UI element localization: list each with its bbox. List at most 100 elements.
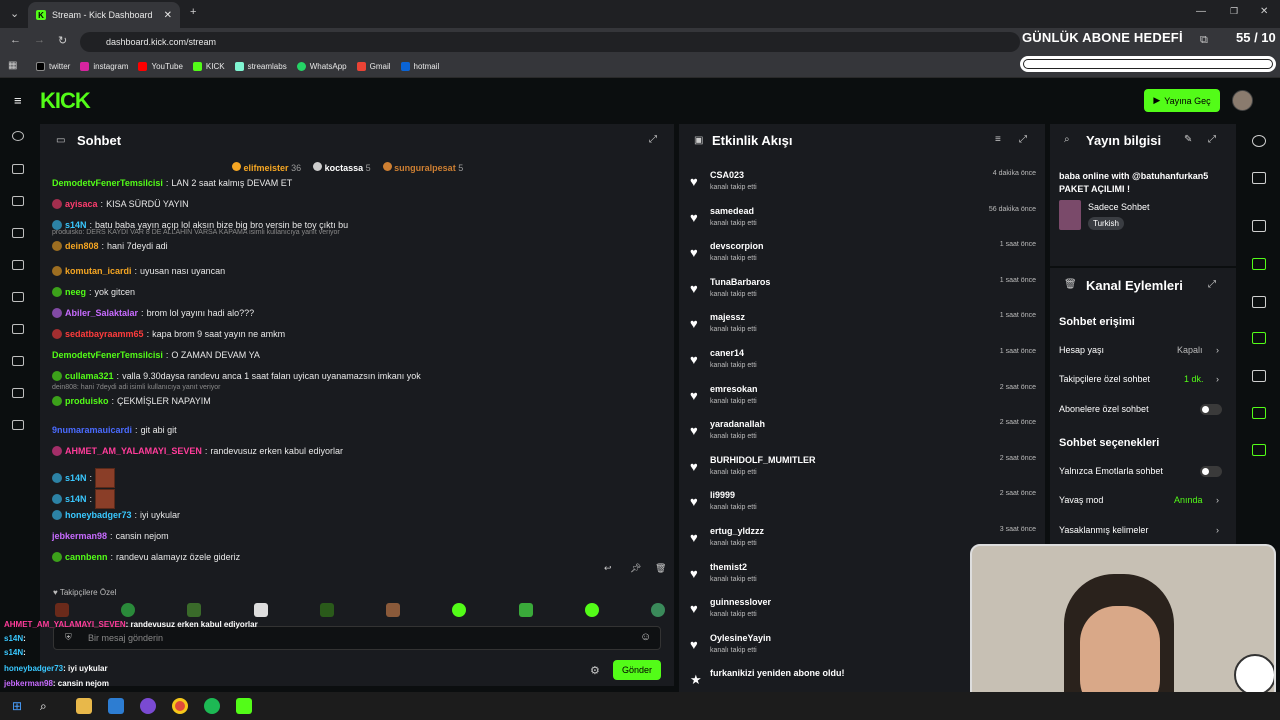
expand-info-icon[interactable]: ⤢ [1208, 134, 1216, 145]
tab-menu-icon[interactable]: ⌄ [10, 7, 19, 20]
chat-username[interactable]: cullama321 [65, 371, 114, 381]
panel-icon[interactable] [1252, 220, 1266, 232]
banned-words-label[interactable]: Yasaklanmış kelimeler [1059, 525, 1148, 535]
hamburger-icon[interactable]: ≡ [14, 93, 22, 108]
search-icon[interactable]: ⌕ [40, 699, 47, 714]
bookmark-youtube[interactable]: YouTube [138, 62, 183, 71]
emote-2-icon[interactable] [121, 603, 136, 617]
edit-icon[interactable] [1252, 172, 1266, 184]
filter-icon[interactable]: ≡ [995, 134, 1001, 145]
chat-username[interactable]: komutan_icardi [65, 266, 132, 276]
wrench-icon[interactable] [12, 356, 24, 366]
bookmark-streamlabs[interactable]: streamlabs [234, 62, 287, 71]
extensions-icon[interactable]: ⧉ [1200, 34, 1208, 47]
chevron-right-icon[interactable]: › [1216, 525, 1219, 535]
chevron-right-icon[interactable]: › [1216, 345, 1219, 355]
subs-only-toggle[interactable] [1200, 404, 1222, 415]
emote-3-icon[interactable] [187, 603, 202, 617]
slow-mode-value[interactable]: Anında [1174, 495, 1203, 505]
url-input[interactable]: dashboard.kick.com/stream [80, 32, 1020, 52]
chat-message[interactable]: cannbenn: randevu alamayız özele gideriz [52, 552, 240, 562]
chat-username[interactable]: dein808 [65, 241, 99, 251]
chat-username[interactable]: DemodetvFenerTemsilcisi [52, 350, 163, 360]
chevron-right-icon[interactable]: › [1216, 495, 1219, 505]
chat-username[interactable]: produisko [65, 396, 109, 406]
chat-message[interactable]: sedatbayraamm65: kapa brom 9 saat yayın n… [52, 329, 285, 339]
stream-icon[interactable] [12, 196, 24, 206]
link-icon[interactable] [12, 164, 24, 174]
emote-7-icon[interactable] [452, 603, 467, 617]
mod-icon[interactable] [1252, 370, 1266, 382]
chat-message[interactable]: cullama321: valla 9.30daysa randevu anca … [52, 371, 421, 381]
emote-4-icon[interactable] [253, 603, 268, 617]
windows-start-icon[interactable]: ⊞ [12, 699, 22, 713]
bookmark-instagram[interactable]: instagram [80, 62, 128, 71]
new-tab-icon[interactable]: + [190, 6, 196, 18]
emoji-icon[interactable]: ☺ [640, 631, 651, 643]
bookmark-gmail[interactable]: Gmail [356, 62, 391, 71]
chat-username[interactable]: honeybadger73 [65, 510, 132, 520]
activity-item[interactable]: ♥ li9999 kanalı takip etti 2 saat önce [688, 488, 1040, 524]
chat-message[interactable]: neeg: yok gitcen [52, 287, 135, 297]
chart-icon[interactable] [12, 324, 24, 334]
chat-input[interactable]: Bir mesaj gönderin [53, 626, 661, 650]
avatar[interactable] [1232, 90, 1253, 111]
expand-activity-icon[interactable]: ⤢ [1019, 134, 1027, 145]
people-icon[interactable] [1252, 296, 1266, 308]
close-tab-icon[interactable]: ✕ [164, 10, 172, 21]
kick-logo[interactable]: KICK [40, 88, 91, 114]
chat-message[interactable]: s14N: [52, 468, 116, 488]
back-icon[interactable]: ← [10, 34, 21, 46]
apps-grid-icon[interactable]: ▦ [8, 60, 17, 71]
kick-app-icon[interactable] [236, 698, 252, 714]
account-age-value[interactable]: Kapalı [1177, 345, 1203, 355]
forward-icon[interactable]: → [34, 34, 45, 46]
expand-chat-icon[interactable]: ⤢ [649, 134, 657, 145]
gear-icon[interactable]: ⚙ [590, 664, 600, 677]
app2-icon[interactable] [140, 698, 156, 714]
chat-message[interactable]: DemodetvFenerTemsilcisi: LAN 2 saat kalmı… [52, 178, 292, 188]
emote-only-toggle[interactable] [1200, 466, 1222, 477]
followers-only-value[interactable]: 1 dk. [1184, 374, 1204, 384]
chat-username[interactable]: s14N [65, 494, 87, 504]
chat-username[interactable]: jebkerman98 [52, 531, 107, 541]
activity-icon[interactable] [1252, 258, 1266, 270]
chat-username[interactable]: cannbenn [65, 552, 108, 562]
info-icon[interactable] [1252, 135, 1266, 147]
trash-icon[interactable] [1252, 407, 1266, 419]
restore-icon[interactable]: ❐ [1230, 6, 1238, 17]
chat-username[interactable]: ayisaca [65, 199, 98, 209]
activity-item[interactable]: ♥ BURHIDOLF_MUMITLER kanalı takip etti 2 sa… [688, 453, 1040, 489]
chat-username[interactable]: s14N [65, 473, 87, 483]
reload-icon[interactable]: ↻ [58, 34, 67, 47]
users-icon[interactable] [12, 388, 24, 398]
video-icon[interactable] [12, 292, 24, 302]
chat-message[interactable]: dein808: hani 7deydi adi isimli kullanıc… [52, 384, 220, 406]
browser-tab[interactable]: K Stream - Kick Dashboard ✕ [28, 2, 180, 28]
analytics-icon[interactable] [12, 228, 24, 238]
search-icon[interactable] [1252, 444, 1266, 456]
emote-8-icon[interactable] [518, 603, 533, 617]
chat-message[interactable]: komutan_icardi: uyusan nası uyancan [52, 266, 225, 276]
activity-item[interactable]: ♥ yaradanallah kanalı takip etti 2 saat önc… [688, 417, 1040, 453]
emote-6-icon[interactable] [386, 603, 401, 617]
chat-message[interactable]: s14N: [52, 489, 116, 509]
chrome-icon[interactable] [172, 698, 188, 714]
spotify-icon[interactable] [204, 698, 220, 714]
chat-username[interactable]: AHMET_AM_YALAMAYI_SEVEN [65, 446, 202, 456]
suitcase-icon[interactable] [12, 420, 24, 430]
chevron-right-icon[interactable]: › [1216, 374, 1219, 384]
activity-item[interactable]: ♥ samedead kanalı takip etti 56 dakika önce [688, 204, 1040, 240]
expand-channel-icon[interactable]: ⤢ [1208, 279, 1216, 290]
minimize-icon[interactable]: — [1196, 6, 1206, 17]
chat-message[interactable]: ayisaca: KISA SÜRDÜ YAYIN [52, 199, 189, 209]
reply-icon[interactable]: ↩ [604, 563, 612, 574]
emote-1-icon[interactable] [55, 603, 69, 617]
chat-username[interactable]: neeg [65, 287, 86, 297]
delete-icon[interactable]: 🗑︎ [655, 563, 666, 574]
activity-item[interactable]: ♥ caner14 kanalı takip etti 1 saat önce [688, 346, 1040, 382]
activity-item[interactable]: ♥ TunaBarbaros kanalı takip etti 1 saat önc… [688, 275, 1040, 311]
activity-item[interactable]: ♥ CSA023 kanalı takip etti 4 dakika önce [688, 168, 1040, 204]
home-icon[interactable] [12, 131, 24, 141]
bookmark-twitter[interactable]: twitter [36, 62, 70, 71]
